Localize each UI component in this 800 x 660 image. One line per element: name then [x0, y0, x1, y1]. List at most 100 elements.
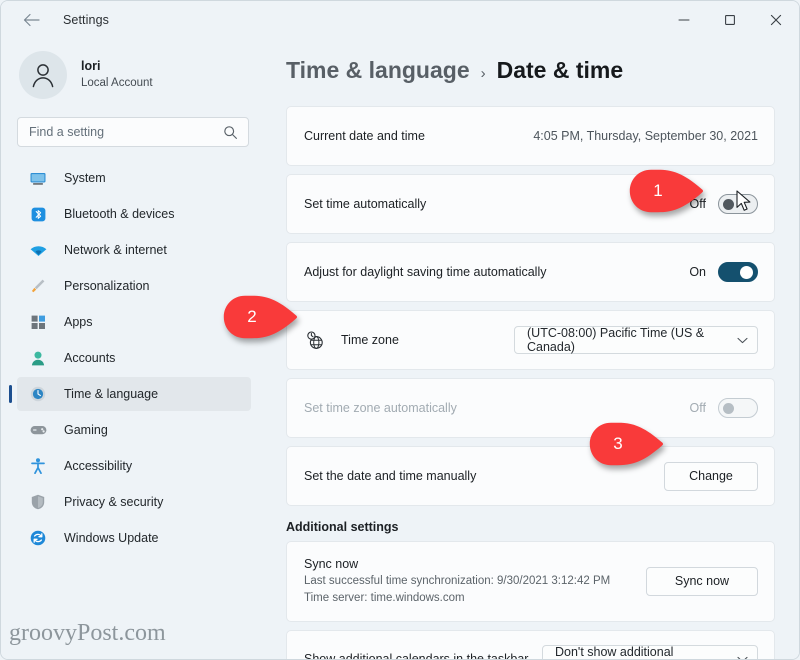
sidebar-item-label: System — [64, 171, 106, 185]
sidebar-item-apps[interactable]: Apps — [17, 305, 251, 339]
sidebar-item-label: Accessibility — [64, 459, 132, 473]
apps-icon — [29, 313, 47, 331]
additional-calendars-dropdown[interactable]: Don't show additional calendars — [542, 645, 758, 659]
sidebar-item-label: Personalization — [64, 279, 149, 293]
time-zone-dropdown[interactable]: (UTC-08:00) Pacific Time (US & Canada) — [514, 326, 758, 354]
minimize-icon — [678, 14, 690, 26]
back-arrow-icon — [23, 13, 40, 27]
mouse-cursor — [736, 190, 753, 218]
sync-texts: Sync now Last successful time synchroniz… — [304, 555, 646, 607]
row-sync-now: Sync now Last successful time synchroniz… — [287, 542, 774, 621]
window-controls — [661, 1, 799, 39]
minimize-button[interactable] — [661, 1, 707, 39]
sync-last-synchronization: Last successful time synchronization: 9/… — [304, 573, 646, 590]
breadcrumb-parent[interactable]: Time & language — [286, 57, 470, 84]
account-block[interactable]: lori Local Account — [19, 51, 267, 99]
callout-number: 1 — [629, 169, 687, 213]
sync-title: Sync now — [304, 555, 646, 573]
change-button[interactable]: Change — [664, 462, 758, 491]
account-name: lori — [81, 59, 153, 74]
account-text: lori Local Account — [81, 59, 153, 91]
back-button[interactable] — [15, 4, 47, 36]
toggle-knob — [723, 403, 734, 414]
current-datetime-value: 4:05 PM, Thursday, September 30, 2021 — [533, 129, 758, 143]
callout-badge-2: 2 — [223, 295, 299, 339]
callout-number: 2 — [223, 295, 281, 339]
toggle-knob — [740, 266, 753, 279]
account-subtitle: Local Account — [81, 75, 153, 91]
window-title: Settings — [63, 13, 109, 27]
sidebar-item-label: Accounts — [64, 351, 115, 365]
row-time-zone: Time zone (UTC-08:00) Pacific Time (US &… — [287, 311, 774, 369]
callout-number: 3 — [589, 422, 647, 466]
sidebar-item-windows-update[interactable]: Windows Update — [17, 521, 251, 555]
sidebar-item-privacy-security[interactable]: Privacy & security — [17, 485, 251, 519]
sidebar-item-personalization[interactable]: Personalization — [17, 269, 251, 303]
sidebar-item-time-language[interactable]: Time & language — [17, 377, 251, 411]
card-additional-calendars: Show additional calendars in the taskbar… — [286, 630, 775, 659]
close-button[interactable] — [753, 1, 799, 39]
watermark: groovyPost.com — [9, 620, 166, 647]
daylight-saving-toggle[interactable] — [718, 262, 758, 282]
row-current-datetime: Current date and time 4:05 PM, Thursday,… — [287, 107, 774, 165]
sidebar-item-system[interactable]: System — [17, 161, 251, 195]
brush-icon — [29, 277, 47, 295]
sync-now-button[interactable]: Sync now — [646, 567, 758, 596]
wifi-icon — [29, 241, 47, 259]
sidebar-item-network-internet[interactable]: Network & internet — [17, 233, 251, 267]
chevron-down-icon — [737, 331, 748, 349]
cursor-arrow-icon — [736, 190, 753, 213]
update-icon — [29, 529, 47, 547]
search-box[interactable] — [17, 117, 249, 147]
clock-globe-icon — [304, 331, 324, 349]
bluetooth-icon — [29, 205, 47, 223]
sidebar-item-label: Windows Update — [64, 531, 159, 545]
avatar — [19, 51, 67, 99]
card-set-timezone-automatically: Set time zone automatically Off — [286, 378, 775, 438]
section-title-additional-settings: Additional settings — [286, 520, 799, 534]
card-current-datetime: Current date and time 4:05 PM, Thursday,… — [286, 106, 775, 166]
sidebar-item-label: Privacy & security — [64, 495, 163, 509]
row-label: Show additional calendars in the taskbar — [304, 652, 542, 659]
row-additional-calendars: Show additional calendars in the taskbar… — [287, 631, 774, 659]
row-set-timezone-automatically: Set time zone automatically Off — [287, 379, 774, 437]
sidebar-item-accessibility[interactable]: Accessibility — [17, 449, 251, 483]
row-label: Set the date and time manually — [304, 469, 664, 483]
sidebar-item-gaming[interactable]: Gaming — [17, 413, 251, 447]
row-control: On — [689, 262, 758, 282]
time-zone-value: (UTC-08:00) Pacific Time (US & Canada) — [527, 326, 727, 354]
sidebar-item-label: Time & language — [64, 387, 158, 401]
chevron-down-icon — [737, 650, 748, 659]
sidebar-item-bluetooth-devices[interactable]: Bluetooth & devices — [17, 197, 251, 231]
close-icon — [770, 14, 782, 26]
card-sync-now: Sync now Last successful time synchroniz… — [286, 541, 775, 622]
row-label: Adjust for daylight saving time automati… — [304, 265, 689, 279]
clock-globe-icon — [29, 385, 47, 403]
row-set-manually: Set the date and time manually Change — [287, 447, 774, 505]
toggle-state-label: Off — [690, 401, 706, 415]
monitor-icon — [29, 169, 47, 187]
gamepad-icon — [29, 421, 47, 439]
sidebar-item-label: Gaming — [64, 423, 108, 437]
row-control: Off — [690, 398, 758, 418]
main-content: Time & language › Date & time Current da… — [267, 39, 799, 659]
search-icon — [223, 125, 238, 145]
sidebar-item-label: Apps — [64, 315, 93, 329]
person-avatar-icon — [29, 61, 57, 89]
callout-badge-3: 3 — [589, 422, 665, 466]
sidebar-nav: System Bluetooth & devices — [1, 161, 267, 555]
set-timezone-automatically-toggle — [718, 398, 758, 418]
search-input[interactable] — [18, 118, 208, 146]
maximize-button[interactable] — [707, 1, 753, 39]
row-label: Time zone — [341, 333, 514, 347]
shield-icon — [29, 493, 47, 511]
breadcrumb-separator: › — [481, 65, 486, 82]
title-bar: Settings — [1, 1, 799, 39]
breadcrumb: Time & language › Date & time — [286, 57, 799, 84]
sidebar: lori Local Account — [1, 39, 267, 659]
toggle-state-label: On — [689, 265, 706, 279]
accessibility-icon — [29, 457, 47, 475]
sidebar-item-accounts[interactable]: Accounts — [17, 341, 251, 375]
page-title: Date & time — [497, 57, 624, 84]
card-set-manually: Set the date and time manually Change — [286, 446, 775, 506]
